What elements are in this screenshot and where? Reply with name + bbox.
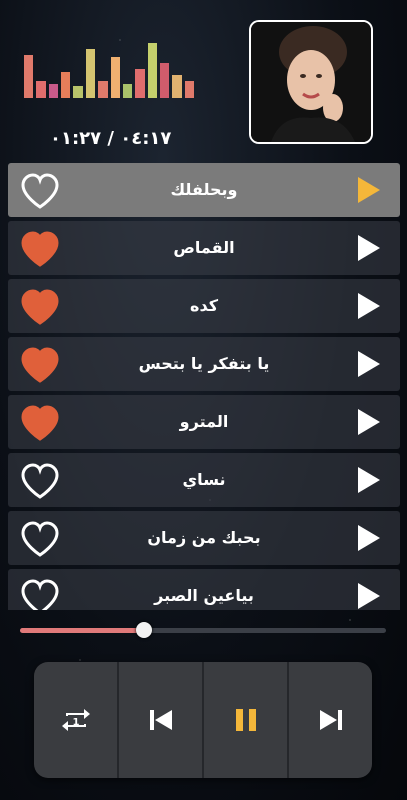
singer-portrait-image [251, 22, 371, 142]
seek-bar[interactable] [20, 622, 386, 638]
equalizer-bar [147, 42, 157, 98]
song-row[interactable]: المترو [8, 395, 400, 449]
album-art [249, 20, 373, 144]
repeat-one-icon: 1 [61, 709, 90, 731]
equalizer-bar [85, 48, 96, 98]
play-icon[interactable] [358, 525, 380, 551]
next-button[interactable] [289, 662, 372, 778]
play-icon[interactable] [358, 583, 380, 609]
equalizer-bar [36, 80, 46, 98]
equalizer-bar [24, 54, 34, 98]
song-row[interactable]: كده [8, 279, 400, 333]
song-title: بحبك من زمان [147, 528, 261, 547]
equalizer-bar [159, 63, 170, 98]
equalizer-bar [61, 71, 71, 98]
heart-filled-icon[interactable] [20, 347, 60, 383]
equalizer-bar [48, 83, 59, 98]
duration-time: ٠٤:١٧ [120, 128, 172, 149]
repeat-one-button[interactable]: 1 [34, 662, 119, 778]
heart-outline-icon[interactable] [20, 173, 60, 209]
song-title: كده [190, 296, 218, 315]
heart-outline-icon[interactable] [20, 463, 60, 499]
song-row[interactable]: نساي [8, 453, 400, 507]
song-row[interactable]: القماص [8, 221, 400, 275]
song-title: وبحلفلك [170, 180, 238, 199]
song-row[interactable]: يا بتفكر يا بتحس [8, 337, 400, 391]
equalizer-bar [110, 57, 120, 98]
time-separator: / [101, 128, 121, 149]
seek-bar-thumb[interactable] [136, 622, 153, 638]
song-title: يا بتفكر يا بتحس [138, 354, 270, 373]
previous-icon [149, 710, 172, 730]
equalizer-visualizer [24, 40, 195, 98]
pause-icon [235, 709, 256, 731]
song-title: بياعين الصبر [154, 586, 254, 605]
heart-filled-icon[interactable] [20, 289, 60, 325]
elapsed-time: ٠١:٢٧ [50, 128, 102, 149]
equalizer-bar [98, 80, 108, 98]
equalizer-bar [73, 86, 83, 98]
song-title: المترو [179, 412, 229, 431]
equalizer-bar [184, 80, 195, 98]
next-icon [319, 710, 342, 730]
play-icon[interactable] [358, 467, 380, 493]
play-icon[interactable] [358, 409, 380, 435]
equalizer-bar [172, 74, 182, 98]
equalizer-bar [122, 83, 133, 98]
previous-button[interactable] [119, 662, 204, 778]
song-title: القماص [173, 238, 235, 257]
play-icon[interactable] [358, 351, 380, 377]
seek-bar-fill [20, 628, 145, 633]
pause-button[interactable] [204, 662, 289, 778]
play-icon[interactable] [358, 235, 380, 261]
play-icon[interactable] [358, 293, 380, 319]
song-title: نساي [182, 470, 226, 489]
heart-filled-icon[interactable] [20, 405, 60, 441]
song-list[interactable]: وبحلفلك القماص كده يا بتفكر يا بتحس المترو نس… [8, 163, 400, 610]
playback-controls: 1 [34, 662, 372, 778]
svg-text:1: 1 [72, 717, 79, 728]
heart-filled-icon[interactable] [20, 231, 60, 267]
song-row[interactable]: بحبك من زمان [8, 511, 400, 565]
heart-outline-icon[interactable] [20, 521, 60, 557]
heart-outline-icon[interactable] [20, 579, 60, 610]
song-row[interactable]: بياعين الصبر [8, 569, 400, 610]
playback-time: ٠٤:١٧ / ٠١:٢٧ [50, 128, 190, 149]
song-row[interactable]: وبحلفلك [8, 163, 400, 217]
play-icon[interactable] [358, 177, 380, 203]
equalizer-bar [135, 69, 145, 98]
